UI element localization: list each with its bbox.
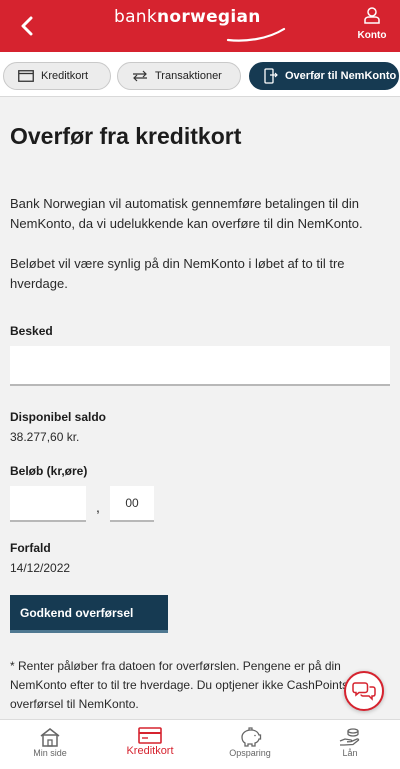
- due-date-label: Forfald: [10, 541, 51, 555]
- back-button[interactable]: [10, 9, 44, 43]
- account-button[interactable]: Konto: [352, 6, 392, 46]
- approve-transfer-button[interactable]: Godkend overførsel: [10, 595, 168, 633]
- amount-label: Beløb (kr,øre): [10, 464, 88, 478]
- tab-kreditkort[interactable]: Kreditkort: [3, 62, 111, 90]
- message-label: Besked: [10, 324, 53, 338]
- chat-bubbles-icon: [352, 682, 376, 701]
- account-label: Konto: [357, 30, 387, 41]
- balance-label: Disponibel saldo: [10, 410, 107, 424]
- balance-value: 38.277,60 kr.: [10, 430, 80, 444]
- chat-button[interactable]: [344, 671, 384, 711]
- page-title: Overfør fra kreditkort: [10, 123, 242, 149]
- hand-coin-icon: [339, 728, 360, 746]
- bottom-navigation: Min side Kreditkort Opsparing Lån: [0, 719, 400, 769]
- user-icon: [364, 7, 380, 24]
- due-date-value: 14/12/2022: [10, 561, 71, 575]
- nav-item-min-side[interactable]: Min side: [0, 720, 100, 769]
- logo-text-bank: bank: [114, 7, 158, 27]
- house-icon: [40, 728, 60, 747]
- nav-label: Kreditkort: [126, 745, 174, 757]
- phone-transfer-icon: [264, 68, 278, 84]
- nav-item-kreditkort[interactable]: Kreditkort: [100, 720, 200, 769]
- amount-row: ,: [10, 486, 390, 522]
- amount-separator: ,: [96, 499, 100, 515]
- info-paragraph-1: Bank Norwegian vil automatisk gennemføre…: [10, 196, 363, 231]
- card-icon: [18, 70, 34, 82]
- app-header: banknorwegian Konto: [0, 0, 400, 52]
- nav-item-laan[interactable]: Lån: [300, 720, 400, 769]
- nav-label: Min side: [33, 748, 67, 758]
- arrows-icon: [133, 70, 147, 82]
- nav-label: Opsparing: [229, 748, 271, 758]
- piggy-bank-icon: [241, 727, 262, 747]
- tab-transaktioner[interactable]: Transaktioner: [117, 62, 241, 90]
- nav-label: Lån: [342, 748, 358, 758]
- tab-label: Transaktioner: [155, 70, 222, 82]
- main-content: Overfør fra kreditkort Bank Norwegian vi…: [0, 97, 400, 714]
- logo-swoosh: [226, 27, 286, 42]
- tab-overfor-nemkonto[interactable]: Overfør til NemKonto: [249, 62, 399, 90]
- bank-norwegian-logo: banknorwegian: [114, 5, 294, 45]
- message-input[interactable]: [10, 346, 390, 386]
- chevron-left-icon: [21, 16, 33, 36]
- amount-ore-input[interactable]: [110, 486, 154, 522]
- tab-label: Kreditkort: [41, 70, 89, 82]
- logo-text-norwegian: norwegian: [157, 7, 261, 27]
- nav-item-opsparing[interactable]: Opsparing: [200, 720, 300, 769]
- footnote: * Renter påløber fra datoen for overførs…: [10, 659, 371, 711]
- amount-kr-input[interactable]: [10, 486, 86, 522]
- card-icon: [138, 727, 162, 744]
- info-paragraph-2: Beløbet vil være synlig på din NemKonto …: [10, 256, 345, 291]
- tab-bar: Kreditkort Transaktioner Overfør til Nem…: [0, 52, 400, 97]
- tab-label: Overfør til NemKonto: [285, 70, 397, 82]
